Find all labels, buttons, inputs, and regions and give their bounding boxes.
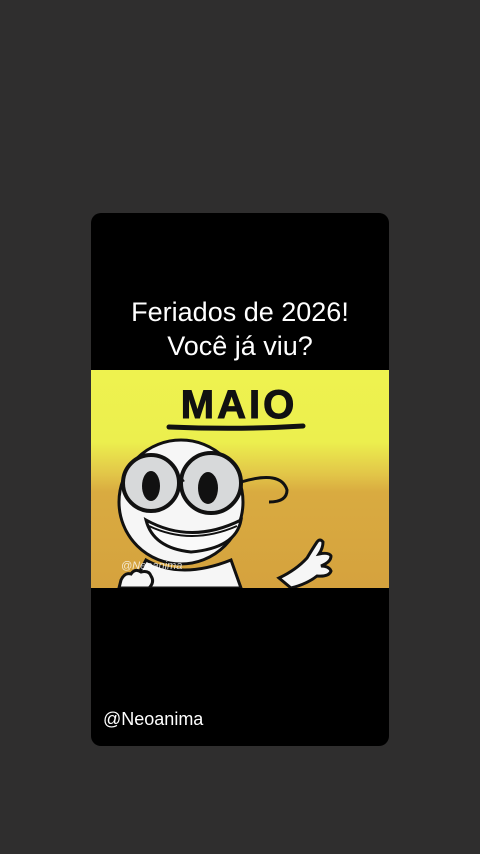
video-thumbnail[interactable]: MAIO @Neoanima: [91, 370, 389, 588]
thumbnail-title: MAIO: [181, 383, 297, 427]
title-underline: [166, 423, 306, 431]
post-caption: Feriados de 2026! Você já viu?: [91, 295, 389, 363]
video-card[interactable]: Feriados de 2026! Você já viu? MAIO @Neo…: [91, 213, 389, 746]
caption-line-1: Feriados de 2026!: [131, 297, 349, 327]
thumbnail-illustration: MAIO @Neoanima: [91, 370, 389, 588]
screen: Feriados de 2026! Você já viu? MAIO @Neo…: [0, 0, 480, 854]
author-handle[interactable]: @Neoanima: [103, 708, 203, 730]
thumbnail-watermark: @Neoanima: [121, 560, 182, 572]
caption-line-2: Você já viu?: [167, 331, 313, 361]
